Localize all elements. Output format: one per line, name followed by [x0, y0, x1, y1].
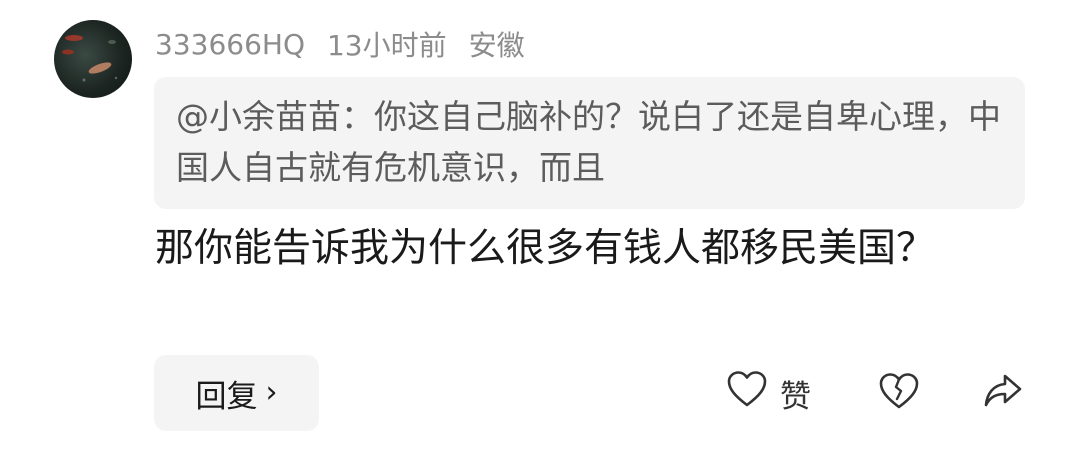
- reply-button[interactable]: 回复 ›: [154, 355, 319, 431]
- comment-card: 333666HQ 13小时前 安徽 @小余苗苗：你这自己脑补的？说白了还是自卑心…: [0, 0, 1080, 457]
- like-button[interactable]: 赞: [726, 366, 811, 420]
- reply-label: 回复: [195, 378, 258, 415]
- share-arrow-icon: [982, 372, 1024, 414]
- comment-body: 那你能告诉我为什么很多有钱人都移民美国？: [155, 226, 936, 271]
- avatar[interactable]: [54, 20, 132, 98]
- quoted-text: @小余苗苗：你这自己脑补的？说白了还是自卑心理，中国人自古就有危机意识，而且: [176, 97, 1001, 187]
- share-button[interactable]: [982, 366, 1024, 420]
- heart-outline-icon: [726, 370, 768, 416]
- chevron-right-icon: ›: [265, 375, 278, 410]
- location: 安徽: [468, 29, 525, 62]
- avatar-image: [62, 35, 118, 82]
- dislike-button[interactable]: [878, 366, 920, 420]
- timestamp: 13小时前: [326, 29, 447, 62]
- like-label: 赞: [780, 378, 811, 415]
- quote-fade: [905, 147, 1025, 195]
- comment-meta: 333666HQ 13小时前 安徽: [155, 24, 525, 64]
- quoted-reply[interactable]: @小余苗苗：你这自己脑补的？说白了还是自卑心理，中国人自古就有危机意识，而且: [154, 77, 1025, 209]
- username[interactable]: 333666HQ: [155, 28, 305, 61]
- broken-heart-icon: [878, 372, 920, 414]
